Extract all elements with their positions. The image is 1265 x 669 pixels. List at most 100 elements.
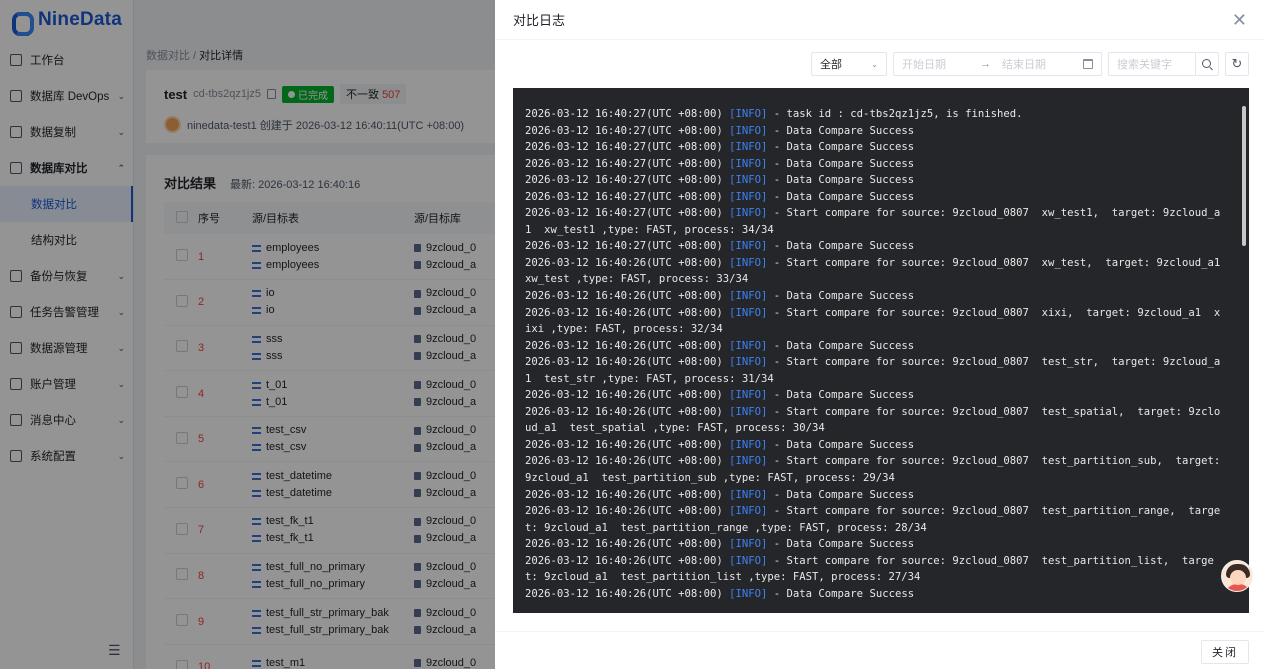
log-message: - Data Compare Success [767, 190, 915, 203]
log-line: 2026-03-12 16:40:26(UTC +08:00) [INFO] -… [525, 503, 1225, 536]
log-line: 2026-03-12 16:40:26(UTC +08:00) [INFO] -… [525, 437, 1225, 454]
log-timestamp: 2026-03-12 16:40:26(UTC +08:00) [525, 554, 723, 567]
log-timestamp: 2026-03-12 16:40:27(UTC +08:00) [525, 141, 723, 154]
log-level: [INFO] [729, 108, 768, 120]
log-content: 2026-03-12 16:40:27(UTC +08:00) [INFO] -… [525, 106, 1225, 602]
log-message: - Data Compare Success [767, 174, 915, 187]
log-line: 2026-03-12 16:40:26(UTC +08:00) [INFO] -… [525, 338, 1225, 355]
log-timestamp: 2026-03-12 16:40:26(UTC +08:00) [525, 389, 723, 402]
log-level: [INFO] [729, 389, 768, 402]
log-level: [INFO] [729, 405, 768, 418]
log-level: [INFO] [729, 256, 768, 269]
calendar-icon [1083, 59, 1093, 69]
log-line: 2026-03-12 16:40:27(UTC +08:00) [INFO] -… [525, 123, 1225, 140]
log-timestamp: 2026-03-12 16:40:27(UTC +08:00) [525, 157, 723, 170]
log-line: 2026-03-12 16:40:26(UTC +08:00) [INFO] -… [525, 387, 1225, 404]
log-timestamp: 2026-03-12 16:40:26(UTC +08:00) [525, 438, 723, 451]
refresh-icon: ↻ [1231, 56, 1243, 71]
log-message: - Data Compare Success [767, 488, 915, 501]
log-timestamp: 2026-03-12 16:40:26(UTC +08:00) [525, 538, 723, 551]
log-line: 2026-03-12 16:40:26(UTC +08:00) [INFO] -… [525, 553, 1225, 586]
log-line: 2026-03-12 16:40:27(UTC +08:00) [INFO] -… [525, 189, 1225, 206]
log-level: [INFO] [729, 190, 768, 203]
log-level: [INFO] [729, 174, 768, 187]
log-timestamp: 2026-03-12 16:40:27(UTC +08:00) [525, 108, 723, 120]
log-line: 2026-03-12 16:40:27(UTC +08:00) [INFO] -… [525, 106, 1225, 123]
log-message: - Data Compare Success [767, 389, 915, 402]
log-message: - Data Compare Success [767, 141, 915, 154]
log-level: [INFO] [729, 339, 768, 352]
log-timestamp: 2026-03-12 16:40:26(UTC +08:00) [525, 356, 723, 369]
refresh-button[interactable]: ↻ [1225, 52, 1249, 76]
log-timestamp: 2026-03-12 16:40:26(UTC +08:00) [525, 256, 723, 269]
search-input[interactable]: 搜索关键字 [1108, 52, 1195, 76]
log-line: 2026-03-12 16:40:27(UTC +08:00) [INFO] -… [525, 238, 1225, 255]
search-button[interactable] [1195, 52, 1219, 76]
log-line: 2026-03-12 16:40:26(UTC +08:00) [INFO] -… [525, 288, 1225, 305]
drawer-title: 对比日志 [513, 13, 566, 28]
log-timestamp: 2026-03-12 16:40:26(UTC +08:00) [525, 488, 723, 501]
end-date-input[interactable]: 结束日期 [1002, 56, 1083, 72]
log-level: [INFO] [729, 124, 768, 137]
log-line: 2026-03-12 16:40:26(UTC +08:00) [INFO] -… [525, 586, 1225, 603]
log-line: 2026-03-12 16:40:26(UTC +08:00) [INFO] -… [525, 487, 1225, 504]
log-line: 2026-03-12 16:40:26(UTC +08:00) [INFO] -… [525, 354, 1225, 387]
log-timestamp: 2026-03-12 16:40:27(UTC +08:00) [525, 240, 723, 253]
log-level: [INFO] [729, 157, 768, 170]
log-level: [INFO] [729, 240, 768, 253]
log-message: - Data Compare Success [767, 157, 915, 170]
log-line: 2026-03-12 16:40:27(UTC +08:00) [INFO] -… [525, 172, 1225, 189]
close-button[interactable]: 关闭 [1201, 640, 1249, 664]
log-scrollbar[interactable] [1242, 106, 1246, 246]
log-level: [INFO] [729, 488, 768, 501]
log-message: - task id : cd-tbs2qz1jz5, is finished. [767, 108, 1023, 120]
chevron-down-icon: ⌄ [871, 59, 878, 69]
log-level: [INFO] [729, 356, 768, 369]
log-message: - Data Compare Success [767, 438, 915, 451]
log-level: [INFO] [729, 290, 768, 303]
drawer-footer: 关闭 [495, 631, 1265, 669]
log-line: 2026-03-12 16:40:26(UTC +08:00) [INFO] -… [525, 404, 1225, 437]
log-level-select[interactable]: 全部 ⌄ [811, 52, 887, 76]
log-level-value: 全部 [820, 59, 842, 71]
log-line: 2026-03-12 16:40:27(UTC +08:00) [INFO] -… [525, 205, 1225, 238]
log-message: - Data Compare Success [767, 538, 915, 551]
log-level: [INFO] [729, 554, 768, 567]
log-timestamp: 2026-03-12 16:40:27(UTC +08:00) [525, 124, 723, 137]
log-timestamp: 2026-03-12 16:40:27(UTC +08:00) [525, 207, 723, 220]
log-line: 2026-03-12 16:40:27(UTC +08:00) [INFO] -… [525, 156, 1225, 173]
log-level: [INFO] [729, 587, 768, 600]
log-timestamp: 2026-03-12 16:40:27(UTC +08:00) [525, 174, 723, 187]
log-toolbar: 全部 ⌄ 开始日期 → 结束日期 搜索关键字 ↻ [811, 52, 1249, 76]
date-range-picker[interactable]: 开始日期 → 结束日期 [893, 52, 1102, 76]
log-search: 搜索关键字 [1108, 52, 1219, 76]
log-level: [INFO] [729, 438, 768, 451]
log-timestamp: 2026-03-12 16:40:26(UTC +08:00) [525, 405, 723, 418]
log-message: - Data Compare Success [767, 290, 915, 303]
log-timestamp: 2026-03-12 16:40:26(UTC +08:00) [525, 505, 723, 518]
log-timestamp: 2026-03-12 16:40:26(UTC +08:00) [525, 306, 723, 319]
assistant-avatar-icon[interactable] [1221, 560, 1253, 592]
log-level: [INFO] [729, 538, 768, 551]
compare-log-drawer: 对比日志 ✕ 全部 ⌄ 开始日期 → 结束日期 搜索关键字 ↻ 2026-03-… [495, 0, 1265, 669]
log-message: - Data Compare Success [767, 124, 915, 137]
log-line: 2026-03-12 16:40:26(UTC +08:00) [INFO] -… [525, 536, 1225, 553]
log-timestamp: 2026-03-12 16:40:26(UTC +08:00) [525, 455, 723, 468]
start-date-input[interactable]: 开始日期 [902, 56, 980, 72]
arrow-right-icon: → [980, 58, 991, 70]
close-icon[interactable]: ✕ [1232, 11, 1247, 29]
log-message: - Data Compare Success [767, 339, 915, 352]
log-level: [INFO] [729, 141, 768, 154]
log-line: 2026-03-12 16:40:27(UTC +08:00) [INFO] -… [525, 139, 1225, 156]
log-timestamp: 2026-03-12 16:40:26(UTC +08:00) [525, 339, 723, 352]
log-message: - Data Compare Success [767, 240, 915, 253]
search-icon [1201, 58, 1211, 68]
log-panel[interactable]: 2026-03-12 16:40:27(UTC +08:00) [INFO] -… [513, 88, 1249, 613]
log-level: [INFO] [729, 207, 768, 220]
log-timestamp: 2026-03-12 16:40:26(UTC +08:00) [525, 290, 723, 303]
log-timestamp: 2026-03-12 16:40:26(UTC +08:00) [525, 587, 723, 600]
log-level: [INFO] [729, 455, 768, 468]
log-timestamp: 2026-03-12 16:40:27(UTC +08:00) [525, 190, 723, 203]
log-line: 2026-03-12 16:40:26(UTC +08:00) [INFO] -… [525, 255, 1225, 288]
log-level: [INFO] [729, 505, 768, 518]
